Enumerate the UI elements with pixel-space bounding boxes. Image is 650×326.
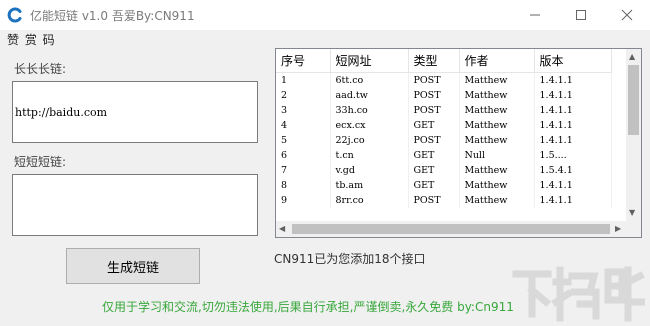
- scrollbar-corner: [626, 221, 641, 237]
- table-cell: Matthew: [459, 72, 535, 88]
- table-cell: POST: [408, 133, 460, 148]
- table-cell: 1.5.4.1: [534, 163, 612, 178]
- table-cell: 1.4.1.1: [534, 72, 612, 88]
- column-header[interactable]: 类型: [408, 49, 460, 73]
- table-row[interactable]: 8 tb.am GET Matthew 1.4.1.1: [276, 178, 612, 193]
- watermark-logo: [512, 266, 645, 322]
- close-button[interactable]: [604, 0, 650, 30]
- table-cell: Matthew: [459, 133, 535, 148]
- menu-item-donate[interactable]: 赞 赏 码: [7, 31, 56, 48]
- table-cell: 1: [276, 72, 331, 88]
- scroll-right-arrow-icon[interactable]: ▶: [615, 224, 621, 234]
- status-text: CN911已为您添加18个接口: [274, 252, 426, 266]
- table-cell: ecx.cx: [330, 118, 409, 133]
- minimize-button[interactable]: [512, 0, 558, 30]
- short-link-output[interactable]: [12, 174, 258, 236]
- horizontal-scroll-thumb[interactable]: [292, 224, 610, 234]
- table-cell: Matthew: [459, 178, 535, 193]
- table-cell: Matthew: [459, 118, 535, 133]
- table-cell: 33h.co: [330, 103, 409, 118]
- table-cell: 9: [276, 193, 331, 208]
- vertical-scrollbar[interactable]: ▲ ▼: [626, 49, 641, 221]
- table-cell: Null: [459, 148, 535, 163]
- table-row[interactable]: 1 6tt.co POST Matthew 1.4.1.1: [276, 72, 612, 88]
- minimize-icon: [530, 14, 540, 16]
- generate-button-label: 生成短链: [106, 260, 159, 276]
- table-row[interactable]: 9 8rr.co POST Matthew 1.4.1.1: [276, 193, 612, 208]
- column-header[interactable]: 序号: [276, 49, 331, 73]
- table-cell: Matthew: [459, 163, 535, 178]
- table-cell: 8rr.co: [330, 193, 409, 208]
- table-cell: 1.4.1.1: [534, 193, 612, 208]
- column-header[interactable]: 作者: [459, 49, 535, 73]
- table-cell: 4: [276, 118, 331, 133]
- table-cell: 6tt.co: [330, 72, 409, 88]
- table-row[interactable]: 3 33h.co POST Matthew 1.4.1.1: [276, 103, 612, 118]
- table-cell: 7: [276, 163, 331, 178]
- column-header[interactable]: 短网址: [330, 49, 409, 73]
- table-cell: tb.am: [330, 178, 409, 193]
- table-row[interactable]: 5 22j.co POST Matthew 1.4.1.1: [276, 133, 612, 148]
- table-cell: POST: [408, 103, 460, 118]
- api-table: 序号 短网址 类型 作者 版本 1 6tt.co POST Matthew 1.4.1.…: [276, 49, 612, 208]
- table-cell: GET: [408, 163, 460, 178]
- table-cell: 6: [276, 148, 331, 163]
- title-bar[interactable]: 亿能短链 v1.0 吾爱By:CN911: [0, 0, 650, 30]
- table-cell: 1.4.1.1: [534, 88, 612, 103]
- maximize-button[interactable]: [558, 0, 604, 30]
- table-cell: POST: [408, 72, 460, 88]
- table-cell: Matthew: [459, 88, 535, 103]
- long-link-value: http://baidu.com: [15, 106, 108, 119]
- table-cell: 8: [276, 178, 331, 193]
- table-cell: 5: [276, 133, 331, 148]
- horizontal-scrollbar[interactable]: ◀ ▶: [276, 221, 626, 237]
- column-header[interactable]: 版本: [534, 49, 612, 73]
- table-row[interactable]: 6 t.cn GET Null 1.5....: [276, 148, 612, 163]
- scroll-left-arrow-icon[interactable]: ◀: [279, 224, 285, 234]
- table-cell: POST: [408, 193, 460, 208]
- table-row[interactable]: 7 v.gd GET Matthew 1.5.4.1: [276, 163, 612, 178]
- table-row[interactable]: 4 ecx.cx GET Matthew 1.4.1.1: [276, 118, 612, 133]
- window-title: 亿能短链 v1.0 吾爱By:CN911: [30, 9, 195, 23]
- long-link-label: 长长长链:: [14, 62, 67, 76]
- table-cell: 2: [276, 88, 331, 103]
- table-cell: 1.4.1.1: [534, 103, 612, 118]
- menu-bar: 赞 赏 码: [0, 30, 650, 48]
- table-cell: 22j.co: [330, 133, 409, 148]
- table-header-row: 序号 短网址 类型 作者 版本: [276, 49, 612, 73]
- table-row[interactable]: 2 aad.tw POST Matthew 1.4.1.1: [276, 88, 612, 103]
- table-cell: Matthew: [459, 193, 535, 208]
- short-link-label: 短短短链:: [14, 155, 67, 169]
- table-cell: t.cn: [330, 148, 409, 163]
- table-cell: v.gd: [330, 163, 409, 178]
- generate-short-link-button[interactable]: 生成短链: [66, 248, 200, 284]
- table-cell: 1.5....: [534, 148, 612, 163]
- table-cell: POST: [408, 88, 460, 103]
- table-cell: aad.tw: [330, 88, 409, 103]
- scroll-down-arrow-icon[interactable]: ▼: [629, 208, 635, 218]
- vertical-scroll-thumb[interactable]: [628, 65, 639, 135]
- scroll-up-arrow-icon[interactable]: ▲: [629, 52, 635, 62]
- table-cell: GET: [408, 148, 460, 163]
- table-cell: Matthew: [459, 103, 535, 118]
- long-link-input[interactable]: http://baidu.com: [12, 81, 258, 143]
- table-cell: 1.4.1.1: [534, 133, 612, 148]
- footer-notice: 仅用于学习和交流,切勿违法使用,后果自行承担,严谨倒卖,永久免费 by:Cn91…: [102, 300, 514, 314]
- app-logo-icon: [7, 7, 22, 23]
- table-cell: 3: [276, 103, 331, 118]
- table-cell: GET: [408, 178, 460, 193]
- table-cell: 1.4.1.1: [534, 178, 612, 193]
- table-cell: GET: [408, 118, 460, 133]
- table-cell: 1.4.1.1: [534, 118, 612, 133]
- api-list-table[interactable]: 序号 短网址 类型 作者 版本 1 6tt.co POST Matthew 1.4.1.…: [275, 48, 642, 238]
- close-icon: [621, 9, 633, 21]
- maximize-icon: [576, 10, 586, 20]
